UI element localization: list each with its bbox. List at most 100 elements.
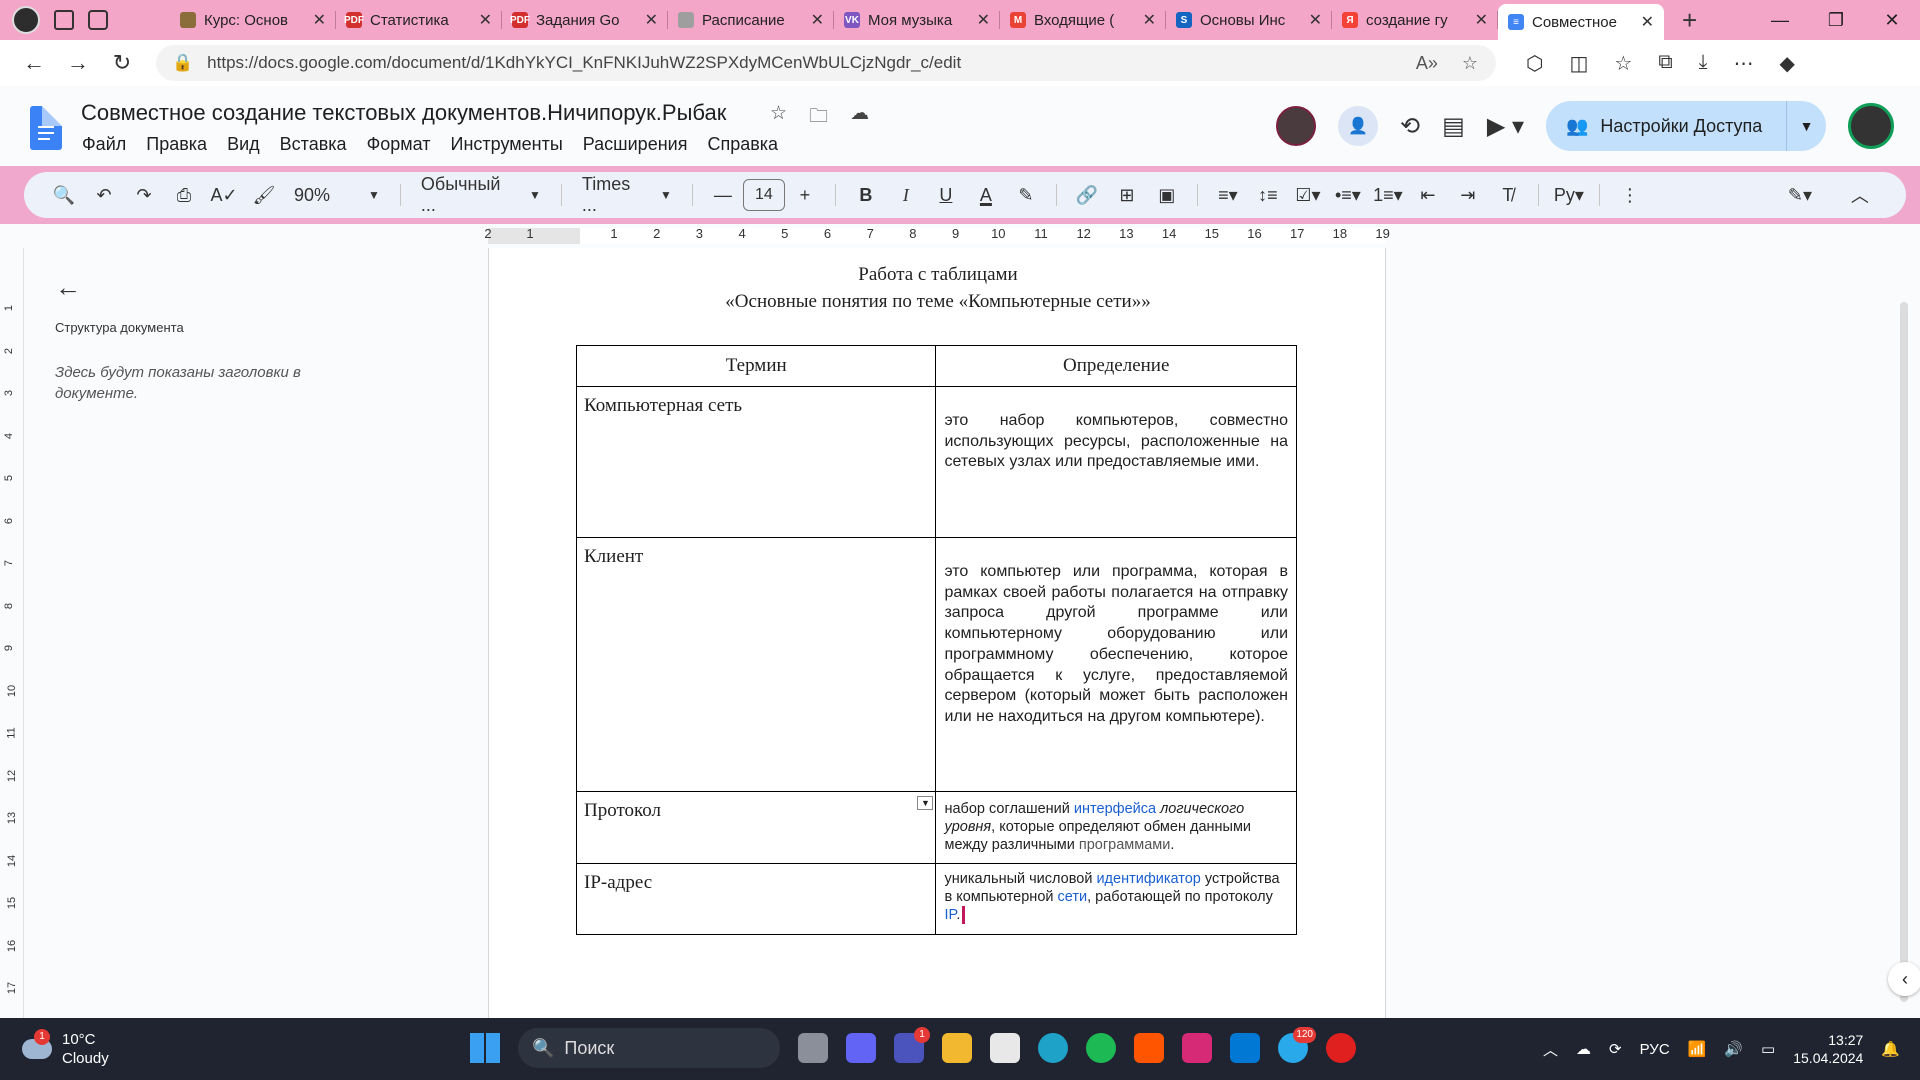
docs-logo-icon[interactable]: [30, 106, 62, 150]
menu-item[interactable]: Инструменты: [451, 134, 563, 155]
checklist-icon[interactable]: ☑▾: [1288, 185, 1328, 206]
def-link[interactable]: программами: [1079, 837, 1170, 853]
teams-icon[interactable]: 1: [894, 1027, 930, 1063]
sync-icon[interactable]: ⟳: [1609, 1040, 1622, 1058]
close-window-icon[interactable]: ✕: [1864, 0, 1920, 40]
add-comment-icon[interactable]: ⊞: [1107, 185, 1147, 206]
input-tools-icon[interactable]: Py▾: [1549, 185, 1589, 206]
taskbar-search[interactable]: 🔍 Поиск: [518, 1028, 780, 1068]
comments-icon[interactable]: ▤: [1442, 112, 1465, 141]
version-history-icon[interactable]: ⟲: [1400, 112, 1420, 141]
menu-item[interactable]: Расширения: [583, 134, 688, 155]
link-icon[interactable]: 🔗: [1067, 185, 1107, 206]
close-tab-icon[interactable]: ✕: [1641, 12, 1654, 32]
back-icon[interactable]: ←: [12, 50, 56, 76]
browser-tab[interactable]: M Входящие (✕: [1000, 0, 1166, 40]
browser-tab[interactable]: Курс: Основ ✕: [170, 0, 336, 40]
table-header-definition[interactable]: Определение: [935, 345, 1297, 387]
move-folder-icon[interactable]: 🗀: [809, 102, 828, 134]
forward-icon[interactable]: →: [56, 50, 100, 76]
instagram-icon[interactable]: [1182, 1033, 1212, 1063]
close-tab-icon[interactable]: ✕: [1309, 10, 1322, 30]
highlight-icon[interactable]: ✎: [1006, 185, 1046, 206]
close-tab-icon[interactable]: ✕: [1475, 10, 1488, 30]
browser-tab[interactable]: ≡ Совместное ✕: [1498, 4, 1664, 40]
definition-cell[interactable]: это компьютер или программа, которая в р…: [935, 537, 1297, 792]
spotify-icon[interactable]: [1086, 1033, 1116, 1063]
tab-actions-icon[interactable]: [88, 10, 108, 30]
redo-icon[interactable]: ↷: [124, 185, 164, 206]
extensions-icon[interactable]: ⬡: [1526, 51, 1543, 76]
collaborator-avatar[interactable]: [1276, 106, 1317, 146]
def-link[interactable]: интерфейса: [1074, 801, 1156, 817]
wifi-icon[interactable]: 📶: [1688, 1040, 1707, 1058]
battery-icon[interactable]: ▭: [1761, 1040, 1775, 1058]
side-panel-toggle-icon[interactable]: ‹: [1888, 962, 1920, 996]
menu-item[interactable]: Вставка: [280, 134, 347, 155]
menu-item[interactable]: Вид: [227, 134, 260, 155]
weather-widget[interactable]: 1 10°C Cloudy: [0, 1029, 400, 1068]
term-cell[interactable]: Компьютерная сеть: [575, 386, 937, 538]
volume-icon[interactable]: 🔊: [1724, 1040, 1743, 1058]
favorites-icon[interactable]: ☆: [1614, 51, 1632, 76]
edge-icon[interactable]: [1038, 1033, 1068, 1063]
term-cell[interactable]: Протокол ▼: [575, 791, 937, 864]
clock[interactable]: 13:27 15.04.2024: [1793, 1031, 1863, 1067]
bold-icon[interactable]: B: [846, 185, 886, 206]
copilot-icon[interactable]: ◆: [1779, 51, 1794, 76]
microsoft-store-icon[interactable]: [990, 1033, 1020, 1063]
onedrive-icon[interactable]: ☁: [1576, 1040, 1591, 1058]
downloads-icon[interactable]: ⤓: [1699, 51, 1708, 76]
maximize-icon[interactable]: ❐: [1808, 0, 1864, 40]
collaborator-anon-avatar[interactable]: 👤: [1338, 106, 1379, 146]
zoom-select[interactable]: 90% ▼: [284, 185, 390, 206]
cloud-saved-icon[interactable]: ☁: [850, 102, 869, 134]
share-button[interactable]: 👥 Настройки Доступа ▼: [1546, 101, 1826, 151]
term-cell[interactable]: Клиент: [575, 537, 937, 792]
show-hidden-icons-icon[interactable]: ︿: [1543, 1039, 1558, 1060]
underline-icon[interactable]: U: [926, 185, 966, 206]
chat-icon[interactable]: [846, 1033, 876, 1063]
spellcheck-icon[interactable]: A✓: [204, 185, 244, 206]
menu-item[interactable]: Правка: [146, 134, 207, 155]
star-icon[interactable]: ☆: [770, 102, 787, 134]
share-dropdown-icon[interactable]: ▼: [1786, 101, 1826, 151]
definition-cell[interactable]: набор соглашений интерфейса логического …: [935, 791, 1297, 864]
close-tab-icon[interactable]: ✕: [811, 10, 824, 30]
style-select[interactable]: Обычный ... ▼: [411, 174, 551, 216]
term-cell[interactable]: IP-адрес: [575, 863, 937, 935]
file-explorer-icon[interactable]: [942, 1033, 972, 1063]
decrease-font-size-icon[interactable]: —: [703, 185, 743, 206]
def-link[interactable]: идентификатор: [1096, 871, 1200, 887]
decrease-indent-icon[interactable]: ⇤: [1408, 185, 1448, 206]
account-avatar[interactable]: [1848, 103, 1894, 149]
windows-start-icon[interactable]: [470, 1033, 500, 1063]
browser-tab[interactable]: PDF Статистика ✕: [336, 0, 502, 40]
line-spacing-icon[interactable]: ↕≡: [1248, 185, 1288, 206]
close-tab-icon[interactable]: ✕: [479, 10, 492, 30]
close-tab-icon[interactable]: ✕: [313, 10, 326, 30]
language-indicator[interactable]: РУС: [1640, 1041, 1670, 1058]
terms-table[interactable]: Термин Определение Компьютерная сеть это…: [575, 345, 1297, 935]
align-icon[interactable]: ≡▾: [1208, 185, 1248, 206]
telegram-icon[interactable]: 120: [1278, 1027, 1316, 1063]
increase-indent-icon[interactable]: ⇥: [1448, 185, 1488, 206]
browser-tab[interactable]: VK Моя музыка ✕: [834, 0, 1000, 40]
more-options-icon[interactable]: ⋮: [1610, 185, 1650, 206]
definition-cell[interactable]: уникальный числовой идентификатор устрой…: [935, 863, 1297, 935]
font-size-input[interactable]: 14: [742, 179, 785, 211]
numbered-list-icon[interactable]: 1≡▾: [1368, 185, 1408, 206]
split-screen-icon[interactable]: ◫: [1569, 51, 1588, 76]
profile-icon[interactable]: [12, 6, 40, 34]
italic-icon[interactable]: I: [886, 185, 926, 206]
site-info-icon[interactable]: 🔒: [172, 53, 193, 73]
browser-tab[interactable]: Ясоздание гу ✕: [1332, 0, 1498, 40]
vertical-scrollbar[interactable]: [1900, 302, 1908, 1002]
table-header-term[interactable]: Термин: [575, 345, 937, 387]
new-tab-button[interactable]: +: [1682, 5, 1697, 36]
workspaces-icon[interactable]: [54, 10, 74, 30]
editing-mode-icon[interactable]: ✎▾: [1780, 185, 1820, 206]
document-title[interactable]: Совместное создание текстовых документов…: [81, 100, 726, 126]
close-tab-icon[interactable]: ✕: [977, 10, 990, 30]
url-field[interactable]: 🔒 https://docs.google.com/document/d/1Kd…: [156, 45, 1496, 81]
